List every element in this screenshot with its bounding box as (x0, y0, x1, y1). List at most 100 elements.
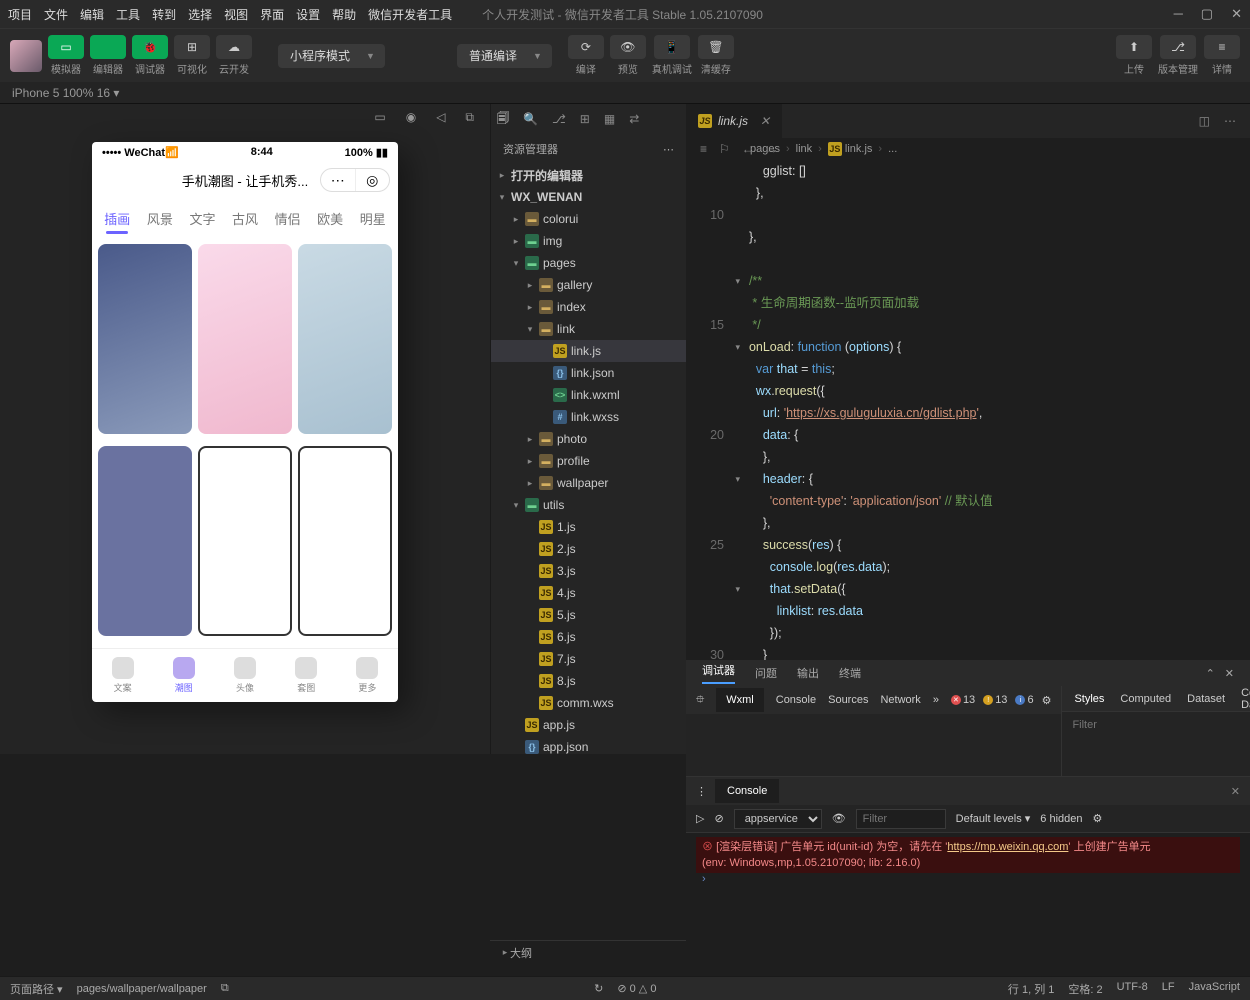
toolbar-button[interactable]: ☁ (216, 35, 252, 59)
tabbar-item[interactable]: 套图 (276, 649, 337, 702)
category-tab[interactable]: 欧美 (309, 209, 352, 228)
gear-icon[interactable]: ⚙ (1042, 694, 1052, 707)
copy-icon[interactable]: ⧉ (465, 110, 474, 125)
console-filter-input[interactable] (856, 809, 946, 829)
category-tab[interactable]: 风景 (139, 209, 182, 228)
eye-icon[interactable]: 👁 (832, 812, 846, 825)
mode-select[interactable]: 小程序模式▼ (278, 44, 385, 68)
toolbar-button[interactable]: 👁 (610, 35, 646, 59)
avatar[interactable] (10, 40, 42, 72)
tree-node[interactable]: {}app.json (491, 736, 686, 754)
record-icon[interactable]: ◉ (406, 110, 416, 124)
toolbar-button[interactable]: 🐞 (132, 35, 168, 59)
status-item[interactable]: 空格: 2 (1068, 981, 1102, 997)
page-path[interactable]: pages/wallpaper/wallpaper (77, 983, 207, 995)
menu-item[interactable]: 项目 (8, 6, 32, 23)
bookmark-icon[interactable]: ⚐ (719, 142, 730, 156)
list-icon[interactable]: ≡ (700, 142, 707, 156)
more-icon[interactable]: ⋯ (663, 143, 674, 156)
more-icon[interactable]: ⋯ (1224, 114, 1236, 128)
wallpaper-card[interactable] (198, 244, 292, 434)
target-icon[interactable]: ◎ (356, 169, 390, 191)
toolbar-button[interactable]: ⬆ (1116, 35, 1152, 59)
close-tab-icon[interactable]: ✕ (760, 114, 770, 128)
section-open-editors[interactable]: ▸打开的编辑器 (491, 164, 686, 186)
clear-icon[interactable]: ⊘ (714, 812, 723, 825)
sources-tab[interactable]: Sources (828, 694, 868, 706)
category-tab[interactable]: 明星 (351, 209, 394, 228)
more-tabs-icon[interactable]: » (933, 694, 939, 706)
close-icon[interactable]: ✕ (1231, 6, 1242, 22)
menu-item[interactable]: 微信开发者工具 (368, 6, 452, 23)
toolbar-button[interactable]: ⊞ (174, 35, 210, 59)
wallpaper-card[interactable] (98, 446, 192, 636)
chevron-up-icon[interactable]: ⌃ (1206, 667, 1215, 680)
menu-item[interactable]: 视图 (224, 6, 248, 23)
menu-item[interactable]: 编辑 (80, 6, 104, 23)
more-icon[interactable]: ⋯ (321, 169, 356, 191)
close-icon[interactable]: ✕ (1225, 667, 1234, 680)
tree-node[interactable]: JS8.js (491, 670, 686, 692)
toolbar-button[interactable]: 📱 (654, 35, 690, 59)
problems-tab[interactable]: 问题 (755, 665, 777, 681)
hidden-count[interactable]: 6 hidden (1040, 813, 1082, 825)
status-item[interactable]: 行 1, 列 1 (1008, 981, 1054, 997)
capsule[interactable]: ⋯◎ (320, 168, 390, 192)
debugger-tab[interactable]: 调试器 (702, 662, 735, 684)
menu-item[interactable]: 帮助 (332, 6, 356, 23)
error-link[interactable]: https://mp.weixin.qq.com (947, 841, 1068, 853)
tree-node[interactable]: #link.wxss (491, 406, 686, 428)
search-icon[interactable]: 🔍 (523, 112, 538, 126)
toolbar-button[interactable] (90, 35, 126, 59)
context-select[interactable]: appservice (734, 809, 822, 829)
play-icon[interactable]: ▷ (696, 812, 704, 825)
tree-node[interactable]: JS6.js (491, 626, 686, 648)
mute-icon[interactable]: ◁ (436, 110, 445, 124)
device-icon[interactable]: ▭ (374, 110, 385, 124)
info-badge[interactable]: i6 (1015, 694, 1033, 706)
tree-node[interactable]: JS2.js (491, 538, 686, 560)
menu-item[interactable]: 界面 (260, 6, 284, 23)
tree-node[interactable]: <>link.wxml (491, 384, 686, 406)
menu-item[interactable]: 文件 (44, 6, 68, 23)
category-tab[interactable]: 情侣 (266, 209, 309, 228)
wallpaper-card[interactable] (98, 244, 192, 434)
console-prompt[interactable]: › (696, 873, 1240, 885)
tree-node[interactable]: ▸▬index (491, 296, 686, 318)
status-item[interactable]: UTF-8 (1117, 981, 1148, 997)
tabbar-item[interactable]: 文案 (92, 649, 153, 702)
status-item[interactable]: JavaScript (1189, 981, 1240, 997)
compile-select[interactable]: 普通编译▼ (457, 44, 552, 68)
tree-node[interactable]: JS7.js (491, 648, 686, 670)
drawer-icon[interactable]: ⋮ (696, 785, 707, 798)
inspect-icon[interactable]: ⯐ (696, 691, 704, 710)
menu-item[interactable]: 转到 (152, 6, 176, 23)
sync-icon[interactable]: ↻ (594, 982, 603, 995)
tree-node[interactable]: JScomm.wxs (491, 692, 686, 714)
toolbar-button[interactable]: ⟳ (568, 35, 604, 59)
ext-icon[interactable]: ⊞ (580, 112, 590, 126)
menu-item[interactable]: 工具 (116, 6, 140, 23)
split-icon[interactable]: ◫ (1199, 114, 1210, 128)
tabbar-item[interactable]: 头像 (214, 649, 275, 702)
branch-icon[interactable]: ⎇ (552, 112, 566, 126)
wallpaper-card[interactable] (298, 446, 392, 636)
tree-node[interactable]: ▾▬utils (491, 494, 686, 516)
category-tab[interactable]: 古风 (224, 209, 267, 228)
computed-tab[interactable]: Computed (1120, 693, 1171, 705)
tree-node[interactable]: {}link.json (491, 362, 686, 384)
output-tab[interactable]: 输出 (797, 665, 819, 681)
tree-node[interactable]: JS5.js (491, 604, 686, 626)
wallpaper-card[interactable] (198, 446, 292, 636)
errors-badge[interactable]: ✕13 (951, 694, 975, 706)
tree-node[interactable]: ▸▬gallery (491, 274, 686, 296)
toolbar-button[interactable]: ≡ (1204, 35, 1240, 59)
console-drawer-tab[interactable]: Console (715, 779, 779, 803)
category-tab[interactable]: 插画 (96, 209, 139, 228)
tree-node[interactable]: JSlink.js (491, 340, 686, 362)
tree-node[interactable]: ▾▬pages (491, 252, 686, 274)
copy-icon[interactable]: ⧉ (221, 982, 229, 995)
tree-node[interactable]: JSapp.js (491, 714, 686, 736)
maximize-icon[interactable]: ▢ (1201, 6, 1213, 22)
tree-node[interactable]: JS1.js (491, 516, 686, 538)
